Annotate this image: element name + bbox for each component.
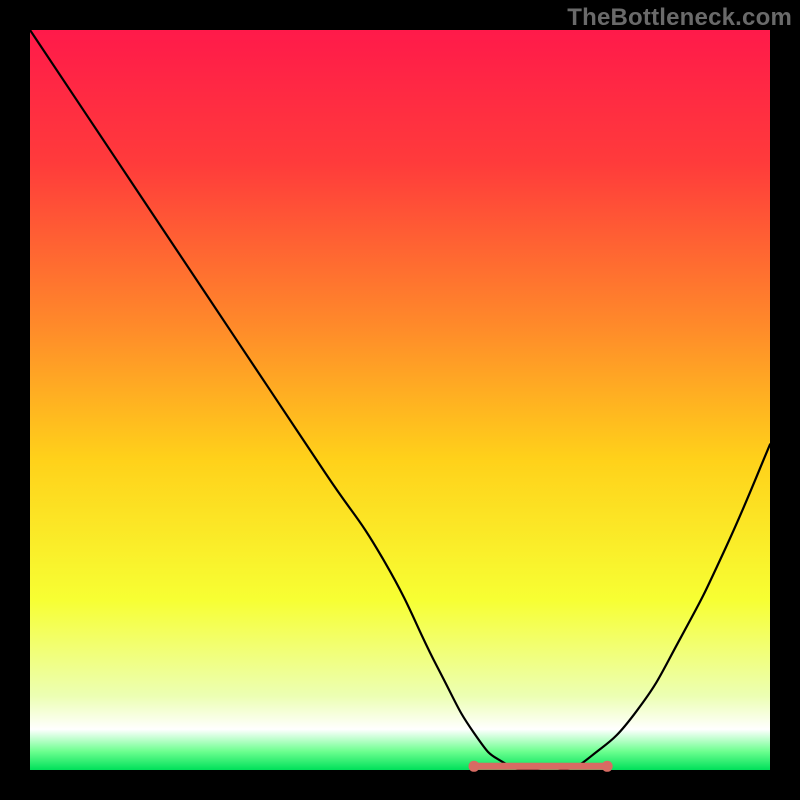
gradient-background [30,30,770,770]
watermark: TheBottleneck.com [567,4,792,32]
chart-frame: TheBottleneck.com [0,0,800,800]
optimal-range-end-dot [602,761,613,772]
bottleneck-chart [0,0,800,800]
optimal-range-start-dot [469,761,480,772]
